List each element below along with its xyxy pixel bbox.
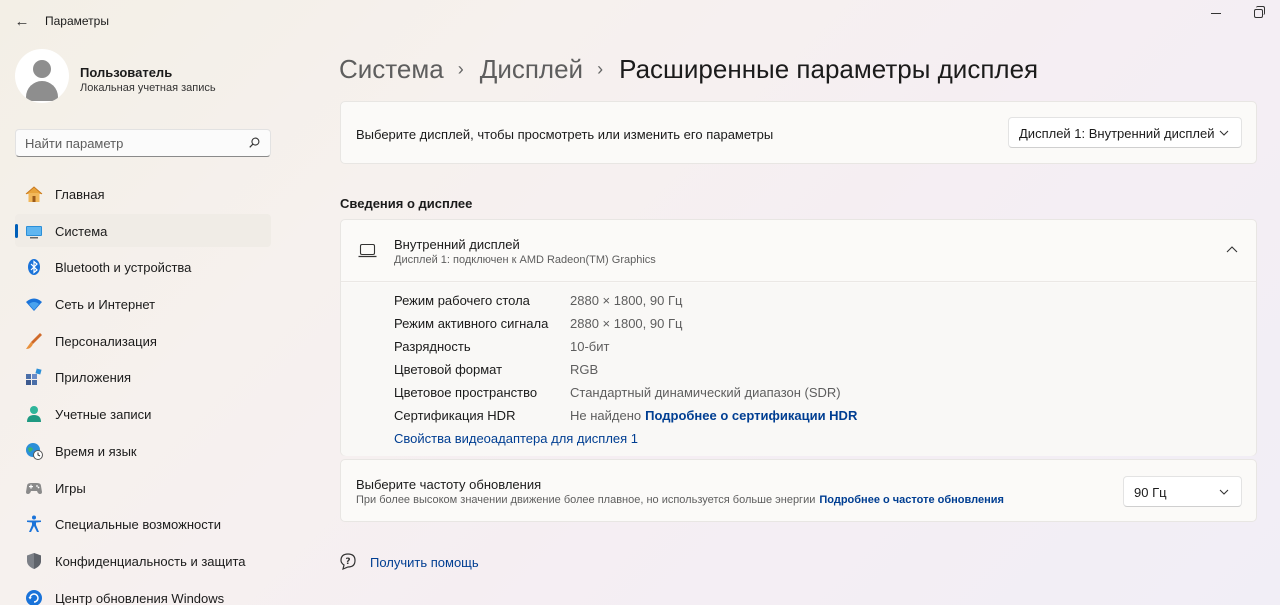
sidebar-item-label: Игры — [55, 480, 86, 496]
windows-update-icon — [26, 589, 42, 605]
shield-icon — [27, 552, 41, 569]
sidebar-item-label: Приложения — [55, 370, 132, 386]
sidebar-item-privacy[interactable]: Конфиденциальность и защита — [15, 544, 271, 577]
property-key: Цветовое пространство — [394, 385, 538, 400]
display-select-card: Выберите дисплей, чтобы просмотреть или … — [340, 101, 1257, 164]
minimize-button[interactable] — [1204, 4, 1228, 22]
chevron-up-icon[interactable] — [1226, 244, 1238, 256]
bluetooth-icon — [28, 259, 40, 276]
refresh-rate-link[interactable]: Подробнее о частоте обновления — [819, 494, 1004, 506]
sidebar-item-gaming[interactable]: Игры — [15, 471, 271, 504]
refresh-rate-title: Выберите частоту обновления — [356, 477, 542, 492]
breadcrumb-system[interactable]: Система — [339, 54, 444, 85]
system-display-icon — [26, 225, 42, 239]
avatar-body-shape — [26, 81, 58, 101]
sidebar-item-label: Персонализация — [55, 333, 157, 349]
sidebar-item-windows-update[interactable]: Центр обновления Windows — [15, 581, 271, 605]
sidebar-item-label: Главная — [55, 187, 105, 202]
get-help-link[interactable]: Получить помощь — [370, 555, 479, 570]
chevron-down-icon — [1219, 489, 1229, 495]
sidebar-item-accounts[interactable]: Учетные записи — [15, 397, 271, 430]
restore-button[interactable] — [1246, 4, 1270, 22]
home-icon — [25, 186, 43, 202]
account-type: Локальная учетная запись — [80, 82, 216, 94]
app-title: Параметры — [45, 14, 109, 28]
sidebar-item-label: Учетные записи — [55, 407, 152, 423]
display-name: Внутренний дисплей — [394, 237, 520, 252]
search-icon[interactable] — [249, 137, 260, 148]
property-value-group: Не найдено Подробнее о сертификации HDR — [570, 408, 857, 423]
search-box[interactable] — [15, 129, 271, 157]
sidebar-item-personalization[interactable]: Персонализация — [15, 324, 271, 357]
globe-clock-icon — [26, 442, 43, 460]
refresh-rate-dropdown[interactable]: 90 Гц — [1123, 476, 1242, 507]
display-select-value: Дисплей 1: Внутренний дисплей — [1019, 126, 1215, 141]
sidebar-item-accessibility[interactable]: Специальные возможности — [15, 507, 271, 540]
chevron-right-icon: › — [597, 58, 604, 79]
property-key: Режим активного сигнала — [394, 316, 549, 331]
breadcrumb: Система › Дисплей › Расширенные параметр… — [339, 51, 1038, 87]
property-value: Стандартный динамический диапазон (SDR) — [570, 385, 841, 400]
back-arrow-icon[interactable]: ← — [10, 10, 34, 32]
display-select-dropdown[interactable]: Дисплей 1: Внутренний дисплей — [1008, 117, 1242, 148]
restore-icon — [1253, 5, 1265, 18]
sidebar-item-system[interactable]: Система — [15, 213, 271, 247]
avatar[interactable] — [15, 49, 69, 103]
property-value: RGB — [570, 362, 599, 377]
display-info-section-title: Сведения о дисплее — [340, 196, 473, 211]
adapter-properties-link[interactable]: Свойства видеоадаптера для дисплея 1 — [394, 431, 638, 446]
sidebar-item-label: Время и язык — [55, 443, 137, 459]
property-key: Цветовой формат — [394, 362, 503, 377]
breadcrumb-display[interactable]: Дисплей — [480, 54, 583, 85]
display-connection: Дисплей 1: подключен к AMD Radeon(TM) Gr… — [394, 254, 656, 266]
search-input[interactable] — [16, 130, 241, 156]
chevron-right-icon: › — [457, 58, 464, 79]
minimize-icon — [1211, 12, 1221, 14]
wifi-icon — [26, 298, 42, 312]
sidebar-item-label: Специальные возможности — [55, 517, 221, 533]
property-value: 2880 × 1800, 90 Гц — [570, 316, 683, 331]
brush-icon — [26, 332, 42, 349]
avatar-head-shape — [33, 60, 51, 78]
gamepad-icon — [26, 482, 42, 494]
hdr-certification-link[interactable]: Подробнее о сертификации HDR — [645, 408, 857, 423]
sidebar-item-label: Центр обновления Windows — [55, 590, 225, 605]
chevron-down-icon — [1219, 130, 1229, 136]
sidebar-nav: Главная Система Bluetooth и устройства С… — [15, 177, 271, 605]
sidebar-item-label: Система — [55, 223, 108, 239]
property-value: Не найдено — [570, 408, 642, 423]
sidebar-item-label: Конфиденциальность и защита — [55, 553, 246, 569]
user-name: Пользователь — [80, 65, 173, 80]
property-value: 10-бит — [570, 339, 610, 354]
help-chat-icon: ? — [340, 553, 356, 570]
sidebar-item-apps[interactable]: Приложения — [15, 360, 271, 393]
display-info-card: Внутренний дисплей Дисплей 1: подключен … — [340, 219, 1257, 456]
sidebar-item-network[interactable]: Сеть и Интернет — [15, 287, 271, 320]
property-value: 2880 × 1800, 90 Гц — [570, 293, 683, 308]
refresh-rate-description-group: При более высоком значении движение боле… — [356, 494, 1004, 506]
title-bar: ← Параметры — [0, 0, 1280, 42]
page-title: Расширенные параметры дисплея — [619, 53, 1039, 84]
property-key: Разрядность — [394, 339, 471, 354]
sidebar-item-bluetooth[interactable]: Bluetooth и устройства — [15, 250, 271, 283]
refresh-rate-description: При более высоком значении движение боле… — [356, 494, 816, 506]
display-properties: Режим рабочего стола 2880 × 1800, 90 Гц … — [341, 283, 1256, 456]
property-key: Сертификация HDR — [394, 408, 516, 423]
refresh-rate-value: 90 Гц — [1134, 485, 1167, 500]
svg-text:?: ? — [345, 557, 350, 567]
sidebar-item-label: Bluetooth и устройства — [55, 260, 192, 276]
sidebar-item-label: Сеть и Интернет — [55, 297, 156, 313]
display-select-label: Выберите дисплей, чтобы просмотреть или … — [356, 127, 774, 142]
display-info-header[interactable]: Внутренний дисплей Дисплей 1: подключен … — [341, 220, 1256, 282]
sidebar-item-home[interactable]: Главная — [15, 177, 271, 210]
account-icon — [27, 406, 41, 423]
laptop-icon — [358, 243, 377, 258]
refresh-rate-card: Выберите частоту обновления При более вы… — [340, 459, 1257, 522]
apps-icon — [26, 368, 42, 386]
sidebar-item-time-language[interactable]: Время и язык — [15, 434, 271, 467]
property-key: Режим рабочего стола — [394, 293, 530, 308]
accessibility-icon — [27, 515, 41, 533]
